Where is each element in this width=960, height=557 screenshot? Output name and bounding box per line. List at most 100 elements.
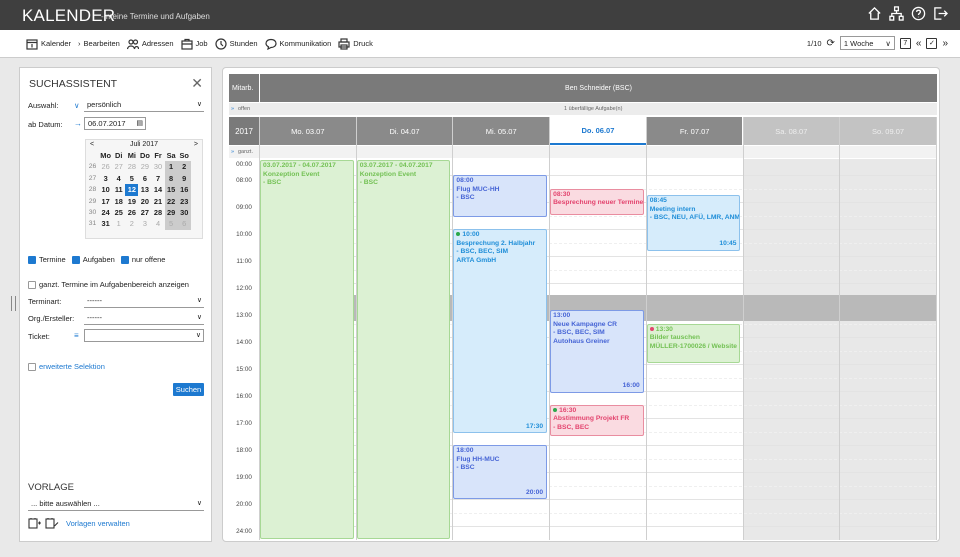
template-edit-icon[interactable] xyxy=(45,517,59,529)
mini-cal-day[interactable]: 24 xyxy=(99,207,112,218)
mini-cal-day[interactable]: 29 xyxy=(164,206,178,219)
toolbar-kalender[interactable]: Kalender xyxy=(26,38,71,50)
toolbar-bearbeiten[interactable]: › Bearbeiten xyxy=(78,39,120,48)
mini-cal-day[interactable]: 16 xyxy=(177,184,191,196)
mini-cal-day[interactable]: 4 xyxy=(151,218,164,229)
view-select[interactable]: 1 Woche ∨ xyxy=(839,36,895,50)
aufgaben-checkbox[interactable] xyxy=(71,255,80,264)
mini-cal-day[interactable]: 30 xyxy=(177,206,191,219)
calendar-event[interactable]: 08:00 Flug MUC-HH - BSC xyxy=(453,175,548,218)
close-icon[interactable]: ✕ xyxy=(191,75,203,92)
mini-cal-day[interactable]: 27 xyxy=(138,207,151,218)
week-number[interactable]: 28 xyxy=(86,184,99,195)
mini-cal-day[interactable]: 28 xyxy=(125,161,138,172)
mini-cal-day[interactable]: 25 xyxy=(112,207,125,218)
mini-cal-day[interactable]: 1 xyxy=(112,218,125,229)
mini-cal-day[interactable]: 3 xyxy=(138,218,151,229)
search-button[interactable]: Suchen xyxy=(173,383,204,396)
check-icon[interactable]: ✓ xyxy=(926,37,938,49)
mini-cal-day[interactable]: 15 xyxy=(164,184,178,196)
ganzt-termine-checkbox[interactable] xyxy=(28,280,36,289)
calendar-event[interactable]: 10:00 Besprechung 2. Halbjahr - BSC, BEC, … xyxy=(453,229,548,434)
day-header[interactable]: Mi. 05.07 xyxy=(453,117,550,145)
day-header[interactable]: Fr. 07.07 xyxy=(646,117,743,145)
collapse-ganzt-icon[interactable]: » xyxy=(231,149,234,155)
nur-offene-checkbox[interactable] xyxy=(120,255,129,264)
calendar-event[interactable]: 13:30 Bilder tauschen MÜLLER-1700026 / Web… xyxy=(646,323,741,363)
help-icon[interactable] xyxy=(911,6,926,21)
mini-cal-day[interactable]: 11 xyxy=(112,184,125,195)
mini-cal-day[interactable]: 4 xyxy=(112,173,125,184)
calendar-event[interactable]: 18:00 Flug HH-MUC - BSC 20:00 xyxy=(453,445,548,500)
collapse-offen-icon[interactable]: » xyxy=(231,106,234,112)
day-header[interactable]: Mo. 03.07 xyxy=(260,117,356,145)
calendar-event[interactable]: 08:30 Besprechung neuer Termine xyxy=(550,188,644,215)
termine-checkbox[interactable] xyxy=(28,255,36,264)
vorlagen-verwalten-link[interactable]: Vorlagen verwalten xyxy=(66,519,130,528)
mini-cal-day[interactable]: 29 xyxy=(138,161,151,172)
mini-cal-day[interactable]: 26 xyxy=(99,161,112,172)
ticket-select[interactable]: ∨ xyxy=(84,329,204,342)
mini-cal-day[interactable]: 19 xyxy=(125,196,138,207)
mini-cal-day[interactable]: 23 xyxy=(177,195,191,207)
mini-cal-day[interactable]: 2 xyxy=(125,218,138,229)
mini-cal-day[interactable]: 5 xyxy=(164,218,178,230)
mini-cal-day[interactable]: 12 xyxy=(125,184,139,196)
calendar-event[interactable]: 03.07.2017 - 04.07.2017 Konzeption Event -… xyxy=(356,160,451,539)
template-add-icon[interactable] xyxy=(28,517,42,529)
calendar-event[interactable]: 16:30 Abstimmung Projekt FR - BSC, BEC xyxy=(550,404,644,436)
mini-cal-day[interactable]: 10 xyxy=(99,184,112,195)
mini-cal-day[interactable]: 14 xyxy=(151,184,164,195)
mini-cal-day[interactable]: 13 xyxy=(138,184,151,195)
toolbar-stunden[interactable]: Stunden xyxy=(214,37,258,50)
toolbar-job[interactable]: Job xyxy=(180,38,208,50)
week-number[interactable]: 26 xyxy=(86,161,99,172)
mini-cal-day[interactable]: 9 xyxy=(177,172,191,185)
mini-cal-day[interactable]: 30 xyxy=(151,161,164,172)
toolbar-kommunikation[interactable]: Kommunikation xyxy=(264,38,331,50)
erweiterte-checkbox[interactable] xyxy=(28,362,36,371)
logout-icon[interactable] xyxy=(933,6,948,21)
mini-calendar[interactable]: < Juli 2017 > Mo Di Mi Do Fr Sa So 26 26 2… xyxy=(85,139,203,239)
day-header[interactable]: Do. 06.07 xyxy=(550,117,646,145)
mini-cal-day[interactable]: 1 xyxy=(164,161,178,173)
mini-cal-day[interactable]: 27 xyxy=(112,161,125,172)
sidebar-resize-handle[interactable] xyxy=(11,296,16,311)
erweiterte-selektion-link[interactable]: erweiterte Selektion xyxy=(39,362,105,371)
mini-cal-day[interactable]: 2 xyxy=(177,161,191,173)
terminart-select[interactable]: ------ ∨ xyxy=(84,295,204,308)
mini-cal-day[interactable]: 8 xyxy=(164,172,178,185)
next-week-button[interactable]: » xyxy=(942,38,948,49)
sitemap-icon[interactable] xyxy=(889,6,904,21)
mini-cal-day[interactable]: 26 xyxy=(125,207,138,218)
mini-cal-day[interactable]: 6 xyxy=(138,173,151,184)
week-number[interactable]: 31 xyxy=(86,218,99,229)
mini-cal-day[interactable]: 7 xyxy=(151,173,164,184)
home-icon[interactable] xyxy=(867,6,882,21)
week-number[interactable]: 30 xyxy=(86,207,99,218)
mini-cal-day[interactable]: 3 xyxy=(99,173,112,184)
mini-cal-day[interactable]: 28 xyxy=(151,207,164,218)
org-select[interactable]: ------ ∨ xyxy=(84,312,204,325)
overdue-tasks[interactable]: 1 überfällige Aufgabe(n) xyxy=(564,106,622,112)
day-header[interactable]: Di. 04.07 xyxy=(356,117,453,145)
mini-cal-day[interactable]: 5 xyxy=(125,173,138,184)
mini-cal-day[interactable]: 20 xyxy=(138,196,151,207)
refresh-icon[interactable]: ⟳ xyxy=(827,38,835,49)
week-number[interactable]: 27 xyxy=(86,173,99,184)
calendar-event[interactable]: 03.07.2017 - 04.07.2017 Konzeption Event -… xyxy=(260,160,354,539)
list-icon[interactable]: ≡ xyxy=(74,331,79,340)
mini-cal-prev[interactable]: < xyxy=(90,140,94,150)
auswahl-select[interactable]: persönlich ∨ xyxy=(84,99,204,112)
prev-week-button[interactable]: « xyxy=(916,38,922,49)
mini-cal-day[interactable]: 31 xyxy=(99,218,112,229)
day-header[interactable]: Sa. 08.07 xyxy=(743,117,840,145)
vorlage-select[interactable]: ... bitte auswählen ... ∨ xyxy=(28,498,204,511)
week-number[interactable]: 29 xyxy=(86,196,99,207)
mini-cal-day[interactable]: 6 xyxy=(177,218,191,230)
mini-cal-day[interactable]: 21 xyxy=(151,196,164,207)
toolbar-adressen[interactable]: Adressen xyxy=(126,38,174,50)
mini-cal-next[interactable]: > xyxy=(194,140,198,150)
toolbar-druck[interactable]: Druck xyxy=(338,37,373,50)
calendar-event[interactable]: 13:00 Neue Kampagne CR - BSC, BEC, SIM Auto… xyxy=(550,310,644,393)
